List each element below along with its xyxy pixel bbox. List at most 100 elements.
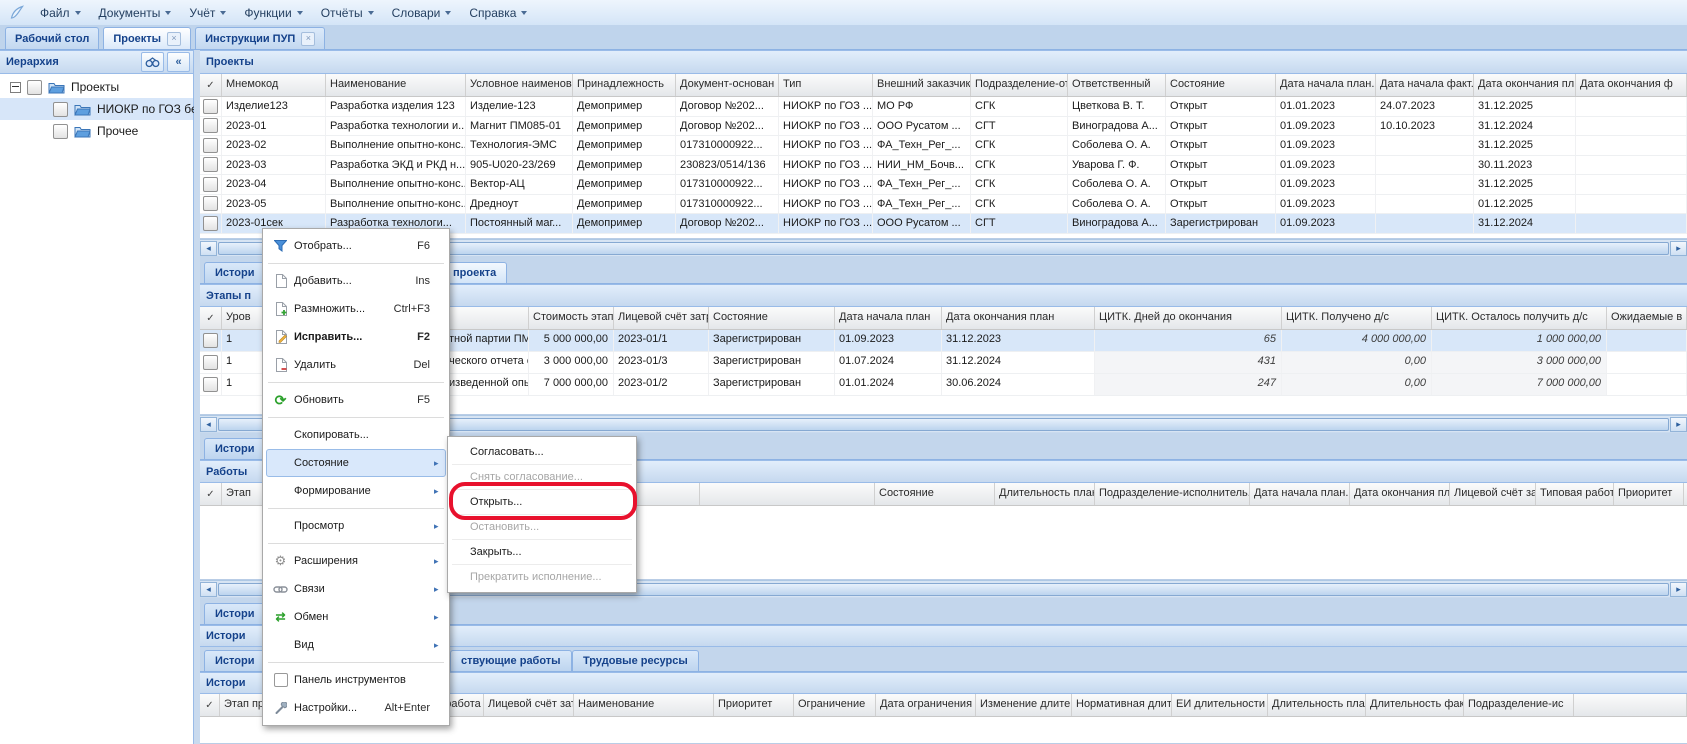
- column-header[interactable]: ✓: [200, 483, 222, 505]
- context-menu-item-edit[interactable]: Исправить...F2: [266, 323, 446, 351]
- context-menu-item-toolbar-panel[interactable]: Панель инструментов: [266, 666, 446, 694]
- column-header[interactable]: Типовая работа: [1536, 483, 1614, 505]
- column-header[interactable]: Тип: [779, 74, 873, 96]
- column-header[interactable]: ✓: [200, 307, 222, 329]
- column-header[interactable]: Длительность план▼: [995, 483, 1095, 505]
- context-menu-item-copy[interactable]: Скопировать...: [266, 421, 446, 449]
- context-menu-item-view[interactable]: Вид▸: [266, 631, 446, 659]
- row-checkbox[interactable]: [203, 177, 218, 192]
- scroll-right-icon[interactable]: ▸: [1670, 582, 1687, 597]
- menubar-item-reports[interactable]: Отчёты: [312, 4, 383, 22]
- menubar-item-help[interactable]: Справка: [460, 4, 536, 22]
- close-icon[interactable]: ×: [167, 32, 181, 46]
- menubar-item-accounting[interactable]: Учёт: [180, 4, 235, 22]
- context-menu-item-formation[interactable]: Формирование▸: [266, 477, 446, 505]
- context-menu-item-exchange[interactable]: ⇄Обмен▸: [266, 603, 446, 631]
- tab-stages[interactable]: проекта: [442, 262, 507, 283]
- tree-checkbox[interactable]: [53, 124, 68, 139]
- column-header[interactable]: ЦИТК. Получено д/с: [1282, 307, 1432, 329]
- column-header[interactable]: Лицевой счёт затрат.: [614, 307, 709, 329]
- menubar-item-functions[interactable]: Функции: [235, 4, 311, 22]
- column-header[interactable]: Внешний заказчик: [873, 74, 971, 96]
- column-header[interactable]: Ожидаемые в: [1607, 307, 1687, 329]
- column-header[interactable]: Подразделение-исполнитель..: [1095, 483, 1250, 505]
- row-checkbox[interactable]: [203, 138, 218, 153]
- column-header[interactable]: Дата окончания пл: [1474, 74, 1576, 96]
- row-checkbox[interactable]: [203, 118, 218, 133]
- column-header[interactable]: Дата окончания план: [942, 307, 1095, 329]
- menubar-item-file[interactable]: Файл: [31, 4, 90, 22]
- scroll-left-icon[interactable]: ◂: [200, 241, 217, 256]
- scroll-left-icon[interactable]: ◂: [200, 417, 217, 432]
- context-menu-item-relations[interactable]: Связи▸: [266, 575, 446, 603]
- tab-desktop[interactable]: Рабочий стол: [5, 27, 99, 49]
- context-menu-item-extensions[interactable]: ⚙Расширения▸: [266, 547, 446, 575]
- collapse-panel-button[interactable]: «: [167, 52, 190, 72]
- row-checkbox[interactable]: [203, 157, 218, 172]
- column-header[interactable]: Документ-основан: [676, 74, 779, 96]
- column-header[interactable]: Ограничение: [794, 694, 876, 716]
- collapse-expander-icon[interactable]: [10, 82, 21, 93]
- column-header[interactable]: Ответственный: [1068, 74, 1166, 96]
- menubar-item-dictionaries[interactable]: Словари: [383, 4, 461, 22]
- column-header[interactable]: Дата окончания ф: [1576, 74, 1687, 96]
- column-header[interactable]: ✓: [200, 694, 220, 716]
- context-menu-item-delete[interactable]: УдалитьDel: [266, 351, 446, 379]
- scroll-right-icon[interactable]: ▸: [1670, 241, 1687, 256]
- column-header[interactable]: ЦИТК. Осталось получить д/с: [1432, 307, 1607, 329]
- table-row[interactable]: 2023-03Разработка ЭКД и РКД н...905-U020…: [200, 156, 1687, 176]
- column-header[interactable]: [700, 483, 875, 505]
- tab-history[interactable]: Истори: [204, 650, 265, 671]
- column-header[interactable]: Наименование: [326, 74, 466, 96]
- table-row[interactable]: 2023-01Разработка технологии и...Магнит …: [200, 117, 1687, 137]
- menubar-item-documents[interactable]: Документы: [90, 4, 181, 22]
- table-row[interactable]: Изделие123Разработка изделия 123Изделие-…: [200, 97, 1687, 117]
- tree-checkbox[interactable]: [27, 80, 42, 95]
- column-header[interactable]: Состояние: [709, 307, 835, 329]
- submenu-item-close[interactable]: Закрыть...: [448, 540, 636, 564]
- column-header[interactable]: Состояние: [1166, 74, 1276, 96]
- column-header[interactable]: Длительность фак: [1366, 694, 1464, 716]
- row-checkbox[interactable]: [203, 333, 218, 348]
- context-menu-item-filter[interactable]: Отобрать...F6: [266, 232, 446, 260]
- column-header[interactable]: Мнемокод: [222, 74, 326, 96]
- tree-item[interactable]: Проекты: [0, 76, 193, 98]
- close-icon[interactable]: ×: [301, 32, 315, 46]
- column-header[interactable]: Подразделение-от: [971, 74, 1068, 96]
- column-header[interactable]: Уров: [222, 307, 265, 329]
- tab-labor-resources[interactable]: Трудовые ресурсы: [572, 650, 699, 671]
- column-header[interactable]: Дата начала факт.: [1376, 74, 1474, 96]
- column-header[interactable]: Приоритет: [714, 694, 794, 716]
- table-row[interactable]: 2023-04Выполнение опытно-конс...Вектор-А…: [200, 175, 1687, 195]
- column-header[interactable]: [1574, 694, 1687, 716]
- context-menu-item-state[interactable]: Состояние▸: [266, 449, 446, 477]
- column-header[interactable]: Изменение длите: [976, 694, 1072, 716]
- find-button[interactable]: [141, 52, 164, 72]
- row-checkbox[interactable]: [203, 216, 218, 231]
- column-header[interactable]: Условное наименова: [466, 74, 573, 96]
- column-header[interactable]: Подразделение-ис: [1464, 694, 1574, 716]
- submenu-item-approve[interactable]: Согласовать...: [448, 440, 636, 464]
- column-header[interactable]: ЦИТК. Дней до окончания: [1095, 307, 1282, 329]
- table-row[interactable]: 2023-02Выполнение опытно-конс...Технолог…: [200, 136, 1687, 156]
- tab-predecessors[interactable]: ствующие работы: [450, 650, 572, 671]
- column-header[interactable]: ЕИ длительности: [1172, 694, 1268, 716]
- column-header[interactable]: Приоритет: [1614, 483, 1684, 505]
- table-row[interactable]: 2023-05Выполнение опытно-конс...Дредноут…: [200, 195, 1687, 215]
- tab-projects[interactable]: Проекты×: [103, 27, 191, 49]
- column-header[interactable]: Дата начала план.: [1250, 483, 1350, 505]
- column-header[interactable]: Длительность пла: [1268, 694, 1366, 716]
- tree-item[interactable]: НИОКР по ГОЗ без НДС: [0, 98, 193, 120]
- column-header[interactable]: Лицевой счёт затр: [1450, 483, 1536, 505]
- column-header[interactable]: Наименование: [574, 694, 714, 716]
- tab-pup-instructions[interactable]: Инструкции ПУП×: [195, 27, 325, 49]
- tree-checkbox[interactable]: [53, 102, 68, 117]
- column-header[interactable]: Дата начала план: [835, 307, 942, 329]
- tab-history[interactable]: Истори: [204, 262, 265, 283]
- row-checkbox[interactable]: [203, 355, 218, 370]
- context-menu-item-duplicate[interactable]: Размножить...Ctrl+F3: [266, 295, 446, 323]
- context-menu-item-add[interactable]: Добавить...Ins: [266, 267, 446, 295]
- column-header[interactable]: Состояние: [875, 483, 995, 505]
- row-checkbox[interactable]: [203, 99, 218, 114]
- column-header[interactable]: ✓: [200, 74, 222, 96]
